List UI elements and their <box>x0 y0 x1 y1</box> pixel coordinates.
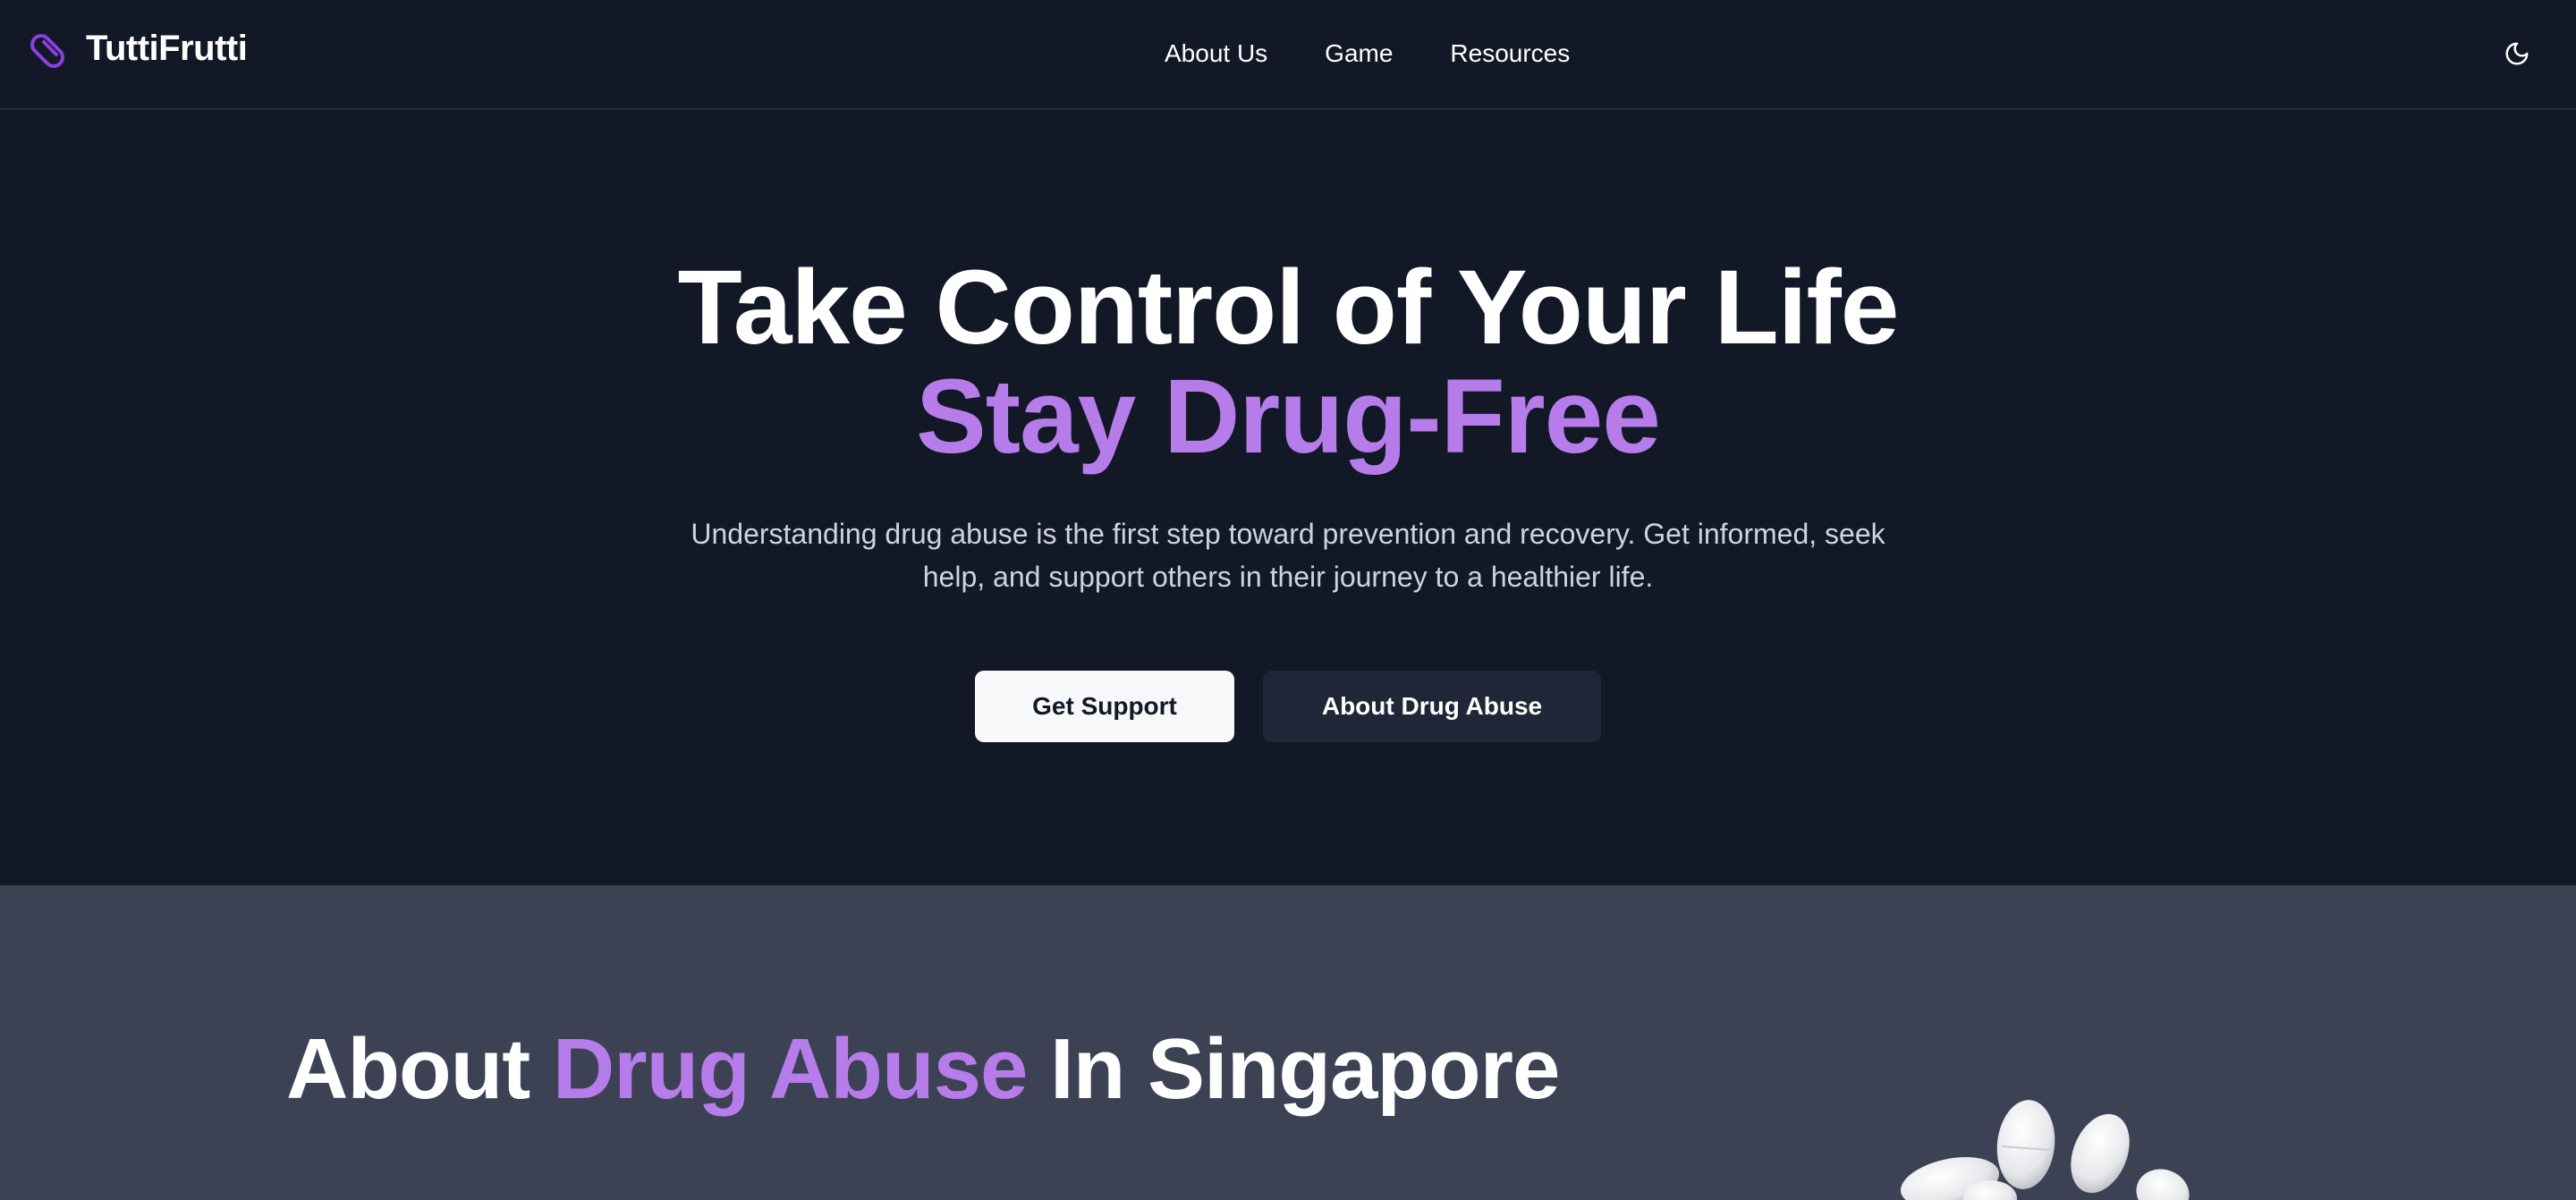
pill-icon <box>30 34 64 68</box>
about-drug-abuse-button[interactable]: About Drug Abuse <box>1263 671 1601 742</box>
page: TuttiFrutti About Us Game Resources Take… <box>0 0 2576 1200</box>
hero-section: Take Control of Your Life Stay Drug-Free… <box>0 110 2576 885</box>
nav-item-game[interactable]: Game <box>1325 39 1393 68</box>
site-header: TuttiFrutti About Us Game Resources <box>0 0 2576 110</box>
pills-illustration <box>1900 1100 2190 1200</box>
hero-subtitle: Understanding drug abuse is the first st… <box>691 518 1885 593</box>
pill-shape <box>2071 1113 2130 1194</box>
pill-shape <box>2136 1169 2190 1200</box>
theme-toggle-button[interactable] <box>2499 36 2535 72</box>
about-title-suffix: In Singapore <box>1027 1021 1560 1117</box>
moon-icon <box>2505 42 2529 65</box>
about-title-prefix: About <box>286 1021 553 1117</box>
about-section-title: About Drug Abuse In Singapore <box>286 1026 1560 1113</box>
hero-title: Take Control of Your Life Stay Drug-Free <box>0 253 2576 471</box>
hero-title-line1: Take Control of Your Life <box>677 249 1900 367</box>
hero-title-line2: Stay Drug-Free <box>916 358 1661 476</box>
about-title-accent: Drug Abuse <box>552 1021 1028 1117</box>
hero-button-row: Get Support About Drug Abuse <box>0 671 2576 742</box>
get-support-button[interactable]: Get Support <box>975 671 1234 742</box>
main-nav: About Us Game Resources <box>1165 0 1570 107</box>
brand-name: TuttiFrutti <box>86 28 248 68</box>
nav-item-resources[interactable]: Resources <box>1450 39 1570 68</box>
about-section: About Drug Abuse In Singapore <box>0 885 2576 1200</box>
nav-item-about-us[interactable]: About Us <box>1165 39 1267 68</box>
brand-logo-link[interactable]: TuttiFrutti <box>29 27 248 70</box>
